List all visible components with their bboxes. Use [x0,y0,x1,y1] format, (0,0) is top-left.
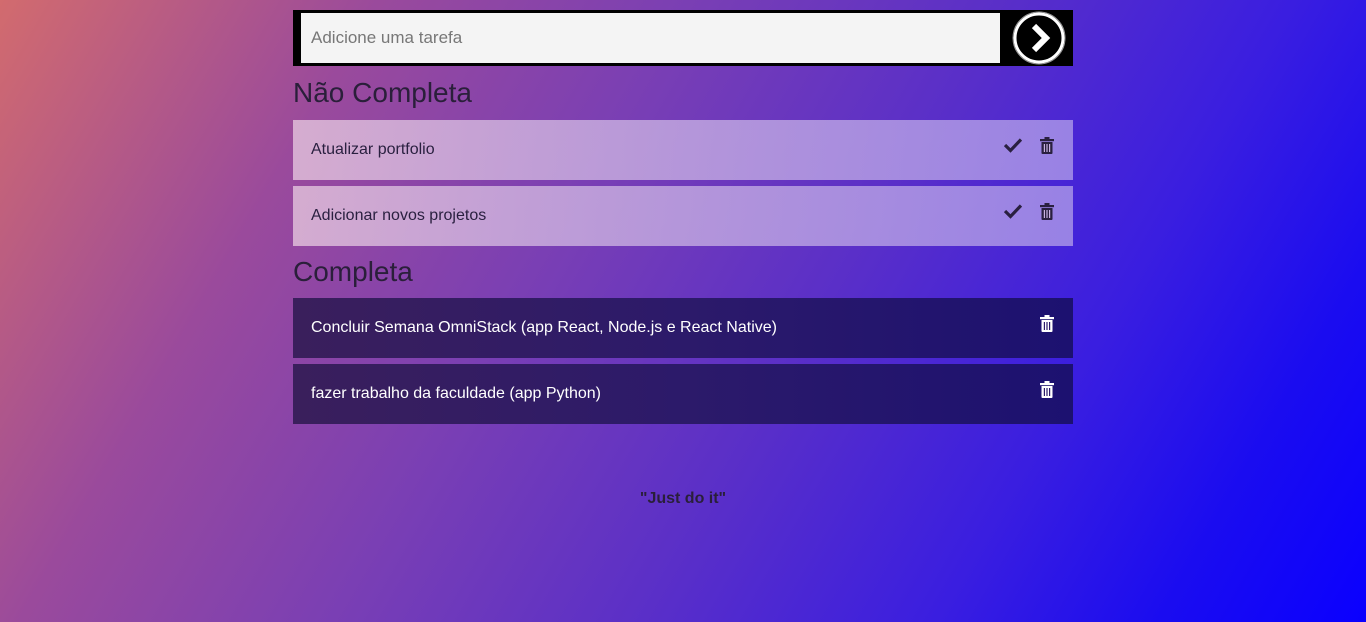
add-task-form [293,10,1073,66]
pending-task-list: Atualizar portfolio Adicionar novos proj… [293,120,1073,246]
task-label: fazer trabalho da faculdade (app Python) [311,385,601,402]
trash-icon[interactable] [1038,136,1056,154]
task-label: Concluir Semana OmniStack (app React, No… [311,319,777,336]
task-actions [1004,136,1056,154]
chevron-right-circle-icon [1012,11,1065,65]
task-label: Atualizar portfolio [311,141,435,158]
trash-icon[interactable] [1038,380,1056,398]
task-actions [1004,202,1056,220]
pending-task-item: Adicionar novos projetos [293,186,1073,246]
trash-icon[interactable] [1038,202,1056,220]
task-actions [1038,380,1056,398]
completed-task-item: fazer trabalho da faculdade (app Python) [293,364,1073,424]
completed-task-list: Concluir Semana OmniStack (app React, No… [293,298,1073,424]
completed-task-item: Concluir Semana OmniStack (app React, No… [293,298,1073,358]
pending-task-item: Atualizar portfolio [293,120,1073,180]
task-actions [1038,314,1056,332]
check-icon[interactable] [1004,136,1022,154]
todo-app: Não Completa Atualizar portfolio [293,10,1073,430]
add-task-button[interactable] [1000,11,1073,65]
task-label: Adicionar novos projetos [311,207,487,224]
trash-icon[interactable] [1038,314,1056,332]
add-task-input[interactable] [301,13,1000,63]
pending-section-title: Não Completa [293,77,472,108]
footer-quote: "Just do it" [639,490,727,507]
completed-section-title: Completa [293,256,413,287]
check-icon[interactable] [1004,202,1022,220]
